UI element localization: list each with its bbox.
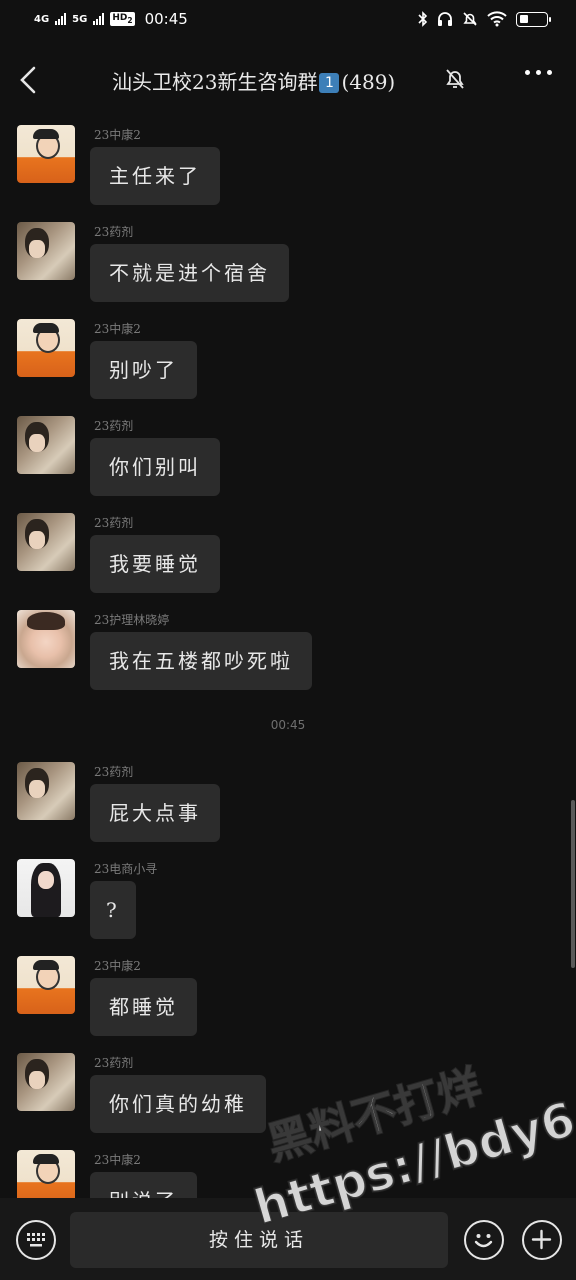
message-bubble[interactable]: 你们别叫	[90, 438, 220, 496]
message-bubble[interactable]: 我在五楼都吵死啦	[90, 632, 312, 690]
avatar-girl-peace[interactable]	[17, 416, 75, 474]
message-bubble[interactable]: 屁大点事	[90, 784, 220, 842]
signal-icon	[55, 13, 67, 25]
status-left: 4G 5G HD2 00:45	[34, 10, 188, 28]
network-label-4g: 4G	[34, 13, 50, 25]
bluetooth-icon	[418, 11, 428, 27]
avatar-girl-peace[interactable]	[17, 513, 75, 571]
status-time: 00:45	[144, 10, 188, 28]
avatar-orange-boy[interactable]	[17, 956, 75, 1014]
avatar-girl-peace[interactable]	[17, 762, 75, 820]
plus-icon	[531, 1229, 552, 1250]
more-actions-button[interactable]	[522, 1220, 562, 1260]
watermark-line-1: 黑料不打烊	[261, 1060, 489, 1172]
signal-icon	[93, 13, 105, 25]
chat-title: 汕头卫校23新生咨询群 1 (489)	[112, 66, 395, 95]
message-bubble[interactable]: ?	[90, 881, 136, 939]
sender-name: 23中康2	[94, 959, 141, 973]
message-bubble[interactable]: 别吵了	[90, 341, 197, 399]
sender-name: 23药剂	[94, 419, 134, 433]
smiley-icon	[474, 1234, 493, 1248]
keyboard-icon	[27, 1233, 45, 1247]
hd-label: HD	[112, 13, 128, 24]
avatar-orange-boy[interactable]	[17, 319, 75, 377]
group-number-badge: 1	[319, 73, 340, 93]
hd-sub: 2	[127, 15, 133, 25]
keyboard-toggle-button[interactable]	[16, 1220, 56, 1260]
sender-name: 23药剂	[94, 225, 134, 239]
status-right	[418, 11, 551, 27]
avatar-blur-face[interactable]	[17, 610, 75, 668]
back-arrow-icon[interactable]	[14, 62, 44, 98]
sender-name: 23药剂	[94, 765, 134, 779]
mute-bell-icon	[446, 69, 464, 89]
more-options-button[interactable]	[525, 70, 552, 75]
message-bubble[interactable]: 主任来了	[90, 147, 220, 205]
member-count: (489)	[341, 70, 396, 94]
chat-header: 汕头卫校23新生咨询群 1 (489)	[0, 52, 576, 108]
group-name: 汕头卫校23新生咨询群	[112, 70, 318, 94]
input-bar: 按住说话	[0, 1198, 576, 1280]
network-label-5g: 5G	[72, 13, 88, 25]
battery-icon	[516, 11, 551, 27]
sender-name: 23电商小寻	[94, 862, 158, 876]
message-bubble[interactable]: 我要睡觉	[90, 535, 220, 593]
avatar-dark-hair-girl[interactable]	[17, 859, 75, 917]
sender-name: 23中康2	[94, 322, 141, 336]
sender-name: 23中康2	[94, 128, 141, 142]
bell-off-icon	[463, 12, 477, 26]
avatar-orange-boy[interactable]	[17, 125, 75, 183]
avatar-girl-peace[interactable]	[17, 1053, 75, 1111]
sender-name: 23护理林晓婷	[94, 613, 170, 627]
sender-name: 23药剂	[94, 1056, 134, 1070]
headphones-icon	[438, 12, 452, 26]
hold-to-talk-button[interactable]: 按住说话	[70, 1212, 448, 1268]
wifi-icon	[487, 11, 507, 27]
scrollbar[interactable]	[571, 800, 575, 968]
sender-name: 23中康2	[94, 1153, 141, 1167]
sender-name: 23药剂	[94, 516, 134, 530]
emoji-button[interactable]	[464, 1220, 504, 1260]
message-timestamp: 00:45	[270, 718, 306, 732]
status-bar: 4G 5G HD2 00:45	[0, 0, 576, 42]
message-bubble[interactable]: 都睡觉	[90, 978, 197, 1036]
message-bubble[interactable]: 你们真的幼稚	[90, 1075, 266, 1133]
message-bubble[interactable]: 不就是进个宿舍	[90, 244, 289, 302]
hd-voice-badge: HD2	[110, 12, 135, 26]
avatar-girl-peace[interactable]	[17, 222, 75, 280]
